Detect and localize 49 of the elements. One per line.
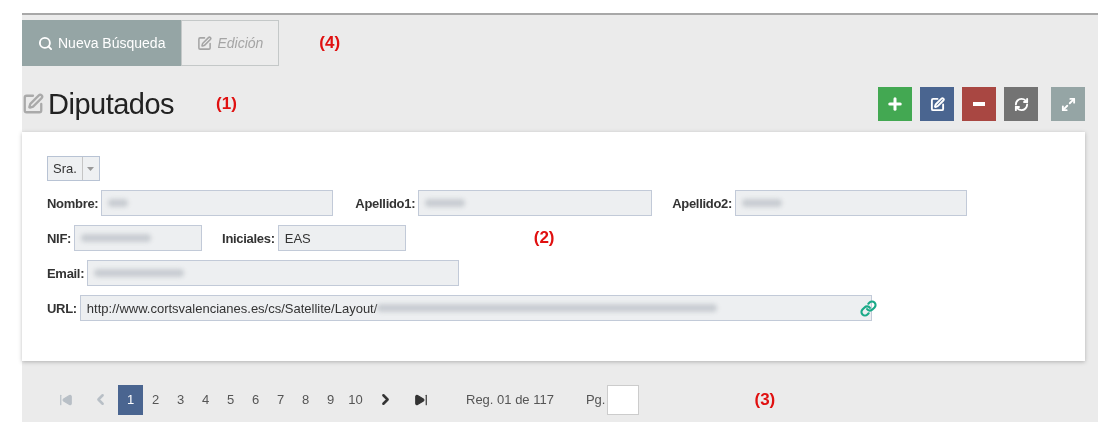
page-button[interactable]: 4 [193,384,218,415]
input-field[interactable]: EAS [277,225,406,251]
refresh-icon [1013,96,1029,112]
field-label: Apellido1: [355,195,416,211]
last-page-icon [413,392,428,407]
field-label: Iniciales: [222,230,275,246]
field-label: Apellido2: [672,195,733,211]
page-input[interactable] [607,384,640,415]
edit-icon [929,96,945,112]
callout-label: (1) [216,94,237,114]
expand-icon [1060,96,1076,112]
minus-icon [973,102,985,106]
expand-button[interactable] [1051,87,1085,121]
field-label: URL: [47,300,77,316]
search-icon [38,35,53,51]
callout-label: (2) [533,228,555,248]
page-button[interactable]: 1 [118,384,143,415]
page-button[interactable]: 7 [268,384,293,415]
caret-icon [87,166,95,171]
page-button[interactable]: 9 [318,384,343,415]
page-button[interactable]: 5 [218,384,243,415]
field-label: Nombre: [47,195,99,211]
remove-button[interactable] [962,87,996,121]
input-field[interactable] [418,190,653,216]
edit-button[interactable] [920,87,954,121]
link-icon[interactable] [859,299,877,317]
input-field[interactable] [735,190,968,216]
page-button[interactable]: 8 [293,384,318,415]
edit-icon [197,35,213,51]
page-button[interactable]: 3 [168,384,193,415]
page-title: Diputados [48,87,175,121]
input-field[interactable] [87,260,460,286]
callout-label: (4) [319,33,341,53]
page-label: Pg. [585,392,606,407]
plus-icon [886,95,904,113]
page-button[interactable]: 2 [143,384,168,415]
callout-label: (3) [754,389,776,410]
treatment-select[interactable]: Sra. [47,156,100,181]
input-field[interactable] [101,190,334,216]
field-label: Email: [47,265,85,281]
page-button[interactable]: 6 [243,384,268,415]
refresh-button[interactable] [1004,87,1038,121]
input-field[interactable]: http://www.cortsvalencianes.es/cs/Satellite/Layout/ [79,295,872,321]
input-field[interactable] [74,225,203,251]
page-button[interactable]: 10 [343,384,368,415]
field-label: NIF: [47,230,72,246]
record-count: Reg. 01 de 117 [466,392,554,407]
add-button[interactable] [878,87,912,121]
first-page-icon [58,392,73,407]
